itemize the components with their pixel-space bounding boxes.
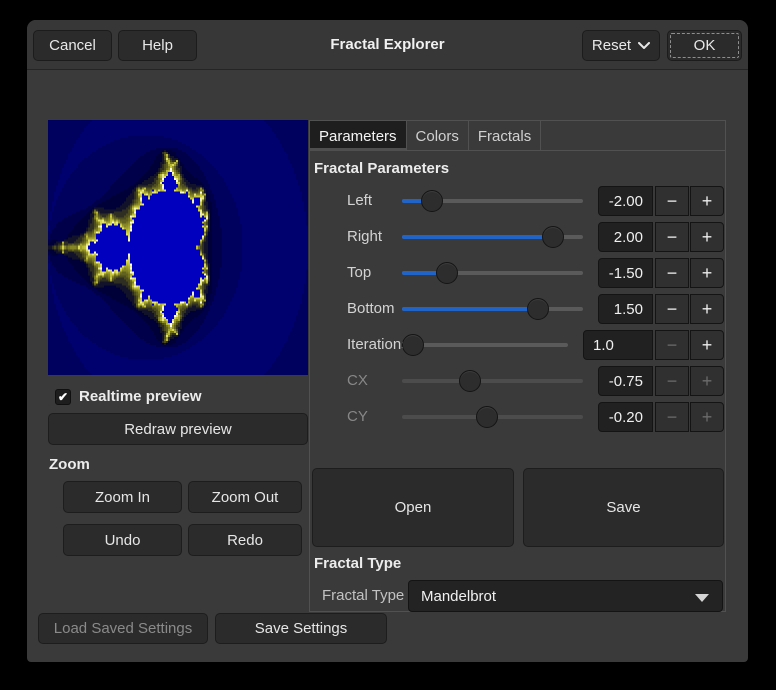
reset-button-label: Reset <box>592 37 631 54</box>
value-spinbox[interactable]: 1.0 <box>583 330 653 360</box>
slider-label: Iterations <box>347 327 409 363</box>
spinbox-value: 1.50 <box>614 301 643 318</box>
fractal-explorer-dialog: Cancel Help Fractal Explorer Reset OK ✔ … <box>27 20 748 662</box>
increment-button[interactable]: + <box>690 294 724 324</box>
save-settings-button[interactable]: Save Settings <box>215 613 387 644</box>
spinbox-value: -1.50 <box>609 265 643 282</box>
decrement-button[interactable]: − <box>655 222 689 252</box>
fractal-type-dropdown[interactable]: Mandelbrot <box>408 580 723 612</box>
slider-row: CX -0.75 − + <box>310 363 725 399</box>
dropdown-arrow-icon <box>695 594 709 602</box>
increment-button[interactable]: + <box>690 186 724 216</box>
slider-label: Top <box>347 255 371 291</box>
redo-button[interactable]: Redo <box>188 524 302 556</box>
settings-notebook: Parameters Colors Fractals Fractal Param… <box>309 120 726 612</box>
spinbox-value: -0.20 <box>609 409 643 426</box>
slider-handle[interactable] <box>421 190 443 212</box>
open-button[interactable]: Open <box>312 468 514 547</box>
decrement-button[interactable]: − <box>655 402 689 432</box>
increment-button[interactable]: + <box>690 366 724 396</box>
chevron-down-icon <box>638 42 650 50</box>
increment-button[interactable]: + <box>690 402 724 432</box>
undo-button[interactable]: Undo <box>63 524 182 556</box>
realtime-checkbox-label[interactable]: Realtime preview <box>79 389 202 405</box>
zoom-section-title: Zoom <box>49 456 90 473</box>
spinbox-value: -0.75 <box>609 373 643 390</box>
slider-rows: Left -2.00 − + Right 2.00 − + Top <box>310 183 725 435</box>
slider-track[interactable] <box>402 183 583 219</box>
realtime-checkbox[interactable]: ✔ <box>55 389 71 405</box>
fractal-type-title: Fractal Type <box>314 555 401 572</box>
slider-row: Bottom 1.50 − + <box>310 291 725 327</box>
increment-button[interactable]: + <box>690 222 724 252</box>
save-button[interactable]: Save <box>523 468 724 547</box>
fractal-type-label: Fractal Type <box>322 580 404 612</box>
load-settings-button[interactable]: Load Saved Settings <box>38 613 208 644</box>
reset-button[interactable]: Reset <box>582 30 660 61</box>
slider-track[interactable] <box>402 255 583 291</box>
spinbox-value: 1.0 <box>593 337 614 354</box>
fractal-preview-canvas[interactable] <box>48 120 308 375</box>
slider-handle[interactable] <box>459 370 481 392</box>
slider-label: CX <box>347 363 368 399</box>
redraw-preview-button[interactable]: Redraw preview <box>48 413 308 445</box>
zoom-in-button[interactable]: Zoom In <box>63 481 182 513</box>
value-spinbox[interactable]: -2.00 <box>598 186 653 216</box>
decrement-button[interactable]: − <box>655 258 689 288</box>
value-spinbox[interactable]: -1.50 <box>598 258 653 288</box>
slider-label: Left <box>347 183 372 219</box>
slider-row: Left -2.00 − + <box>310 183 725 219</box>
decrement-button[interactable]: − <box>655 330 689 360</box>
slider-row: Right 2.00 − + <box>310 219 725 255</box>
slider-label: CY <box>347 399 368 435</box>
slider-track[interactable] <box>402 327 568 363</box>
ok-button[interactable]: OK <box>667 30 742 61</box>
spinbox-value: 2.00 <box>614 229 643 246</box>
increment-button[interactable]: + <box>690 258 724 288</box>
slider-handle[interactable] <box>542 226 564 248</box>
increment-button[interactable]: + <box>690 330 724 360</box>
slider-track[interactable] <box>402 219 583 255</box>
slider-track[interactable] <box>402 291 583 327</box>
fractal-parameters-title: Fractal Parameters <box>314 160 449 177</box>
slider-track-line <box>402 379 583 383</box>
spinbox-value: -2.00 <box>609 193 643 210</box>
zoom-out-button[interactable]: Zoom Out <box>188 481 302 513</box>
decrement-button[interactable]: − <box>655 186 689 216</box>
slider-label: Right <box>347 219 382 255</box>
slider-handle[interactable] <box>527 298 549 320</box>
tab-strip: Parameters Colors Fractals <box>310 121 725 151</box>
value-spinbox[interactable]: 1.50 <box>598 294 653 324</box>
slider-label: Bottom <box>347 291 395 327</box>
decrement-button[interactable]: − <box>655 366 689 396</box>
value-spinbox[interactable]: -0.20 <box>598 402 653 432</box>
titlebar: Cancel Help Fractal Explorer Reset OK <box>27 20 748 70</box>
slider-track[interactable] <box>402 363 583 399</box>
value-spinbox[interactable]: -0.75 <box>598 366 653 396</box>
slider-row: CY -0.20 − + <box>310 399 725 435</box>
tab-fractals[interactable]: Fractals <box>469 121 541 151</box>
fractal-type-value: Mandelbrot <box>421 588 496 605</box>
slider-row: Iterations 1.0 − + <box>310 327 725 363</box>
slider-fill <box>402 235 553 239</box>
slider-track-line <box>402 343 568 347</box>
slider-fill <box>402 307 538 311</box>
slider-handle[interactable] <box>436 262 458 284</box>
slider-handle[interactable] <box>402 334 424 356</box>
value-spinbox[interactable]: 2.00 <box>598 222 653 252</box>
tab-parameters[interactable]: Parameters <box>310 121 407 151</box>
slider-track[interactable] <box>402 399 583 435</box>
slider-row: Top -1.50 − + <box>310 255 725 291</box>
slider-handle[interactable] <box>476 406 498 428</box>
decrement-button[interactable]: − <box>655 294 689 324</box>
tab-colors[interactable]: Colors <box>407 121 469 151</box>
